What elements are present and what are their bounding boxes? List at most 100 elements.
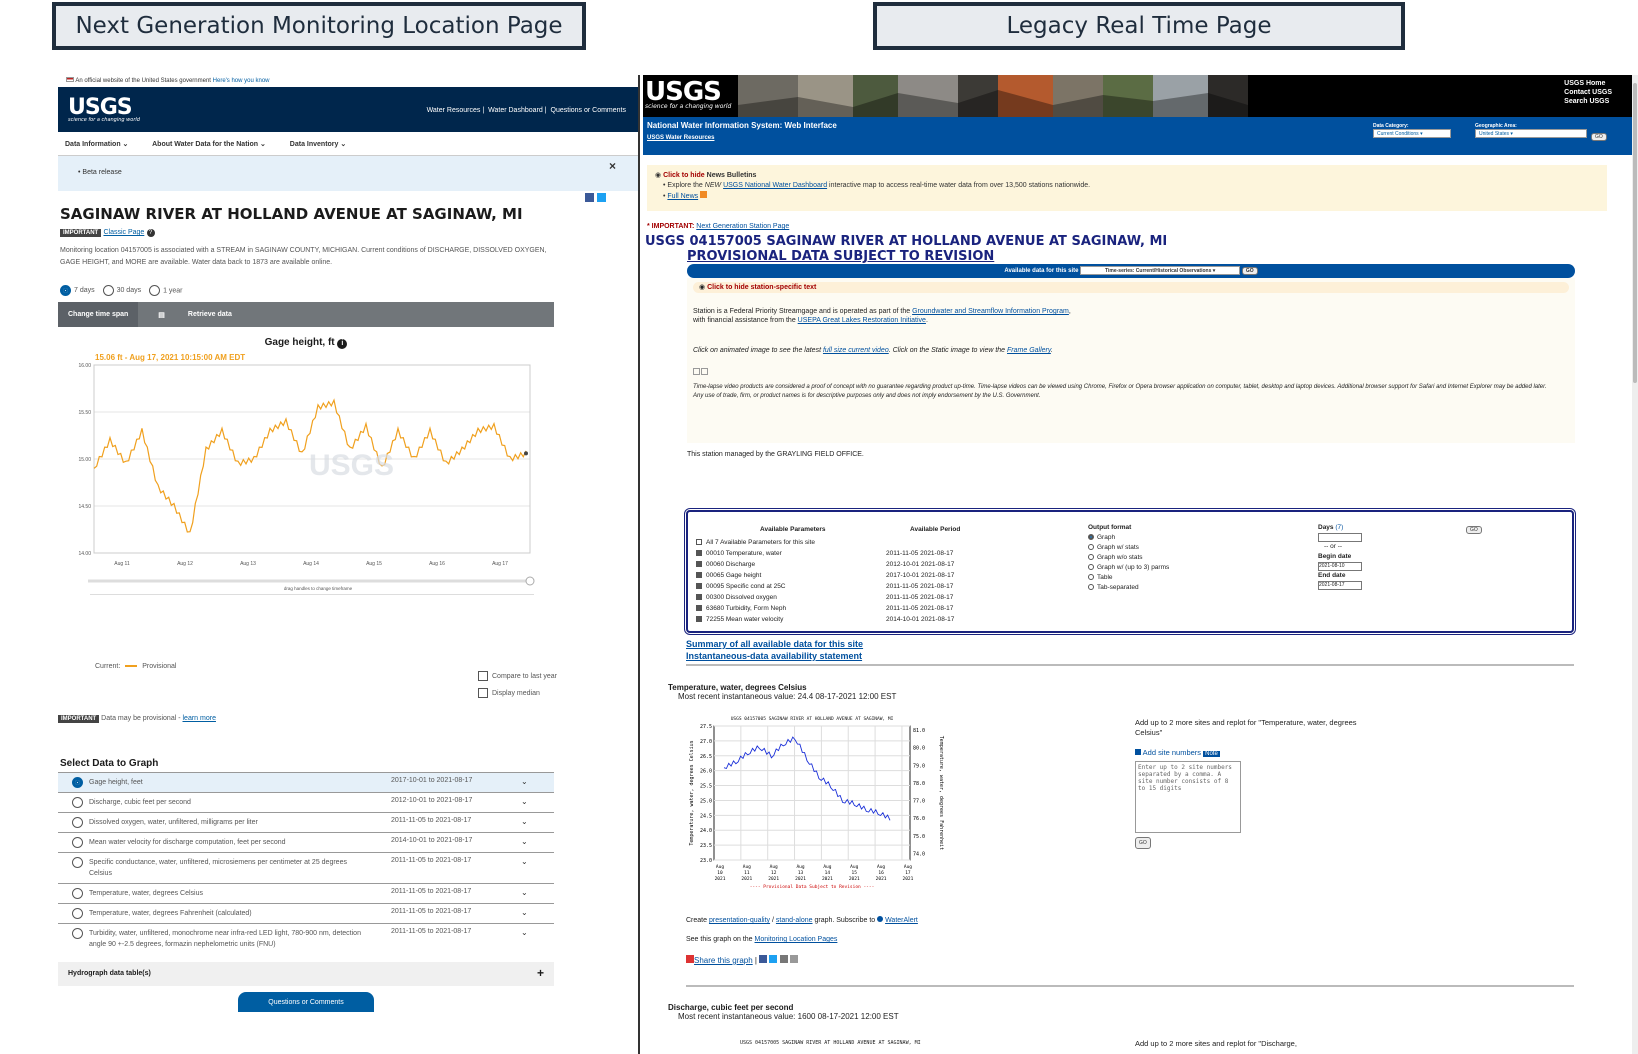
- share-link[interactable]: Share this graph: [694, 956, 753, 965]
- usgs-logo-legacy[interactable]: USGS science for a changing world: [645, 77, 731, 110]
- param-checkbox[interactable]: [696, 550, 702, 557]
- site-numbers-textarea[interactable]: Enter up to 2 site numbers separated by …: [1135, 761, 1241, 833]
- chevron-down-icon[interactable]: ⌄: [521, 928, 528, 937]
- frame-gallery-link[interactable]: Frame Gallery: [1007, 347, 1051, 354]
- param-checkbox[interactable]: [696, 605, 702, 612]
- param-checkbox[interactable]: [696, 594, 702, 601]
- print-icon[interactable]: [789, 955, 798, 963]
- classic-page-link[interactable]: Classic Page: [103, 229, 144, 236]
- param-checkbox[interactable]: [696, 572, 702, 579]
- info-icon[interactable]: i: [337, 339, 348, 349]
- format-option[interactable]: Tab-separated: [1088, 583, 1169, 593]
- format-radio[interactable]: [1088, 534, 1094, 541]
- end-date-input[interactable]: 2021-08-17: [1318, 581, 1362, 590]
- toggle-icon[interactable]: ◉: [655, 172, 661, 179]
- water-dashboard-link[interactable]: Water Dashboard: [488, 107, 543, 114]
- format-option[interactable]: Graph w/ stats: [1088, 543, 1169, 553]
- format-option[interactable]: Graph w/ (up to 3) parms: [1088, 563, 1169, 573]
- parameter-radio[interactable]: [72, 908, 83, 919]
- table-go-button[interactable]: GO: [1466, 526, 1482, 534]
- contact-usgs-link[interactable]: Contact USGS: [1564, 88, 1612, 97]
- temperature-chart[interactable]: USGS 04157005 SAGINAW RIVER AT HOLLAND A…: [684, 714, 984, 914]
- format-option[interactable]: Graph: [1088, 533, 1169, 543]
- format-radio[interactable]: [1088, 584, 1094, 591]
- nav-about-water-data[interactable]: About Water Data for the Nation ⌄: [152, 141, 266, 148]
- social-share-icons[interactable]: [585, 193, 606, 205]
- chevron-down-icon[interactable]: ⌄: [521, 817, 528, 826]
- param-checkbox[interactable]: [696, 616, 702, 623]
- parameter-row[interactable]: Discharge, cubic feet per second 2012-10…: [58, 792, 554, 812]
- gsip-link[interactable]: Groundwater and Streamflow Information P…: [912, 308, 1069, 315]
- all-params-checkbox[interactable]: [696, 539, 702, 546]
- parameter-radio[interactable]: [72, 777, 83, 788]
- format-radio[interactable]: [1088, 564, 1094, 571]
- email-icon[interactable]: [779, 955, 788, 963]
- facebook-icon[interactable]: [585, 193, 595, 202]
- parameter-row[interactable]: Turbidity, water, unfiltered, monochrome…: [58, 923, 554, 954]
- rss-icon[interactable]: [700, 191, 708, 198]
- chevron-down-icon[interactable]: ⌄: [521, 837, 528, 846]
- parameter-row[interactable]: Gage height, feet 2017-10-01 to 2021-08-…: [58, 772, 554, 792]
- standalone-link[interactable]: stand-alone: [776, 917, 813, 924]
- replot-go-button[interactable]: GO: [1135, 837, 1151, 849]
- parameter-radio[interactable]: [72, 817, 83, 828]
- available-go-button[interactable]: GO: [1241, 267, 1258, 275]
- video-link[interactable]: full size current video: [823, 347, 889, 354]
- full-news-link[interactable]: Full News: [667, 193, 698, 200]
- chevron-down-icon[interactable]: ⌄: [521, 777, 528, 786]
- chevron-down-icon[interactable]: ⌄: [521, 797, 528, 806]
- questions-comments-button[interactable]: Questions or Comments: [238, 992, 374, 1012]
- learn-more-link[interactable]: learn more: [183, 715, 216, 722]
- hide-station-link[interactable]: Click to hide station-specific text: [707, 284, 816, 291]
- days-input[interactable]: [1318, 533, 1362, 542]
- chevron-down-icon[interactable]: ⌄: [521, 857, 528, 866]
- nav-data-inventory[interactable]: Data Inventory ⌄: [290, 141, 346, 148]
- format-option[interactable]: Table: [1088, 573, 1169, 583]
- begin-date-input[interactable]: 2021-08-10: [1318, 562, 1362, 571]
- search-usgs-link[interactable]: Search USGS: [1564, 97, 1612, 106]
- scroll-thumb[interactable]: [1633, 83, 1637, 383]
- availability-link[interactable]: Instantaneous-data availability statemen…: [686, 650, 863, 662]
- change-time-span-button[interactable]: Change time span: [58, 302, 139, 327]
- format-radio[interactable]: [1088, 544, 1094, 551]
- parameter-row[interactable]: Dissolved oxygen, water, unfiltered, mil…: [58, 812, 554, 832]
- toggle-icon-2[interactable]: ◉: [699, 284, 705, 291]
- water-resources-link[interactable]: Water Resources: [427, 107, 481, 114]
- geo-select[interactable]: United States ▾: [1475, 129, 1587, 138]
- twitter-icon[interactable]: [597, 193, 606, 202]
- how-you-know-link[interactable]: Here's how you know: [213, 78, 270, 84]
- facebook-icon-legacy[interactable]: [759, 955, 768, 963]
- news-toggle[interactable]: Click to hide: [663, 172, 705, 179]
- retrieve-data-button[interactable]: ▤ Retrieve data: [138, 302, 252, 327]
- twitter-icon-legacy[interactable]: [769, 955, 778, 963]
- usgs-home-link[interactable]: USGS Home: [1564, 79, 1612, 88]
- usgs-logo[interactable]: USGS science for a changing world: [68, 95, 140, 123]
- nav-go-button[interactable]: GO: [1591, 133, 1607, 141]
- brush-handle[interactable]: [525, 576, 535, 586]
- parameter-radio[interactable]: [72, 928, 83, 939]
- dashboard-link[interactable]: USGS National Water Dashboard: [723, 182, 827, 189]
- help-icon[interactable]: ?: [146, 229, 155, 237]
- compare-checkbox[interactable]: [478, 671, 488, 682]
- parameter-row[interactable]: Mean water velocity for discharge comput…: [58, 832, 554, 852]
- format-option[interactable]: Graph w/o stats: [1088, 553, 1169, 563]
- image-icon[interactable]: [693, 368, 700, 375]
- questions-link[interactable]: Questions or Comments: [551, 107, 626, 114]
- image-icon-2[interactable]: [701, 368, 708, 375]
- scrollbar[interactable]: [1632, 75, 1638, 1054]
- chevron-down-icon[interactable]: ⌄: [521, 888, 528, 897]
- hydrograph-table-toggle[interactable]: Hydrograph data table(s) +: [58, 962, 554, 986]
- note-badge[interactable]: Note: [1203, 751, 1220, 757]
- parameter-radio[interactable]: [72, 797, 83, 808]
- parameter-row[interactable]: Specific conductance, water, unfiltered,…: [58, 852, 554, 883]
- format-radio[interactable]: [1088, 574, 1094, 581]
- nav-data-information[interactable]: Data Information ⌄: [65, 141, 128, 148]
- summary-link[interactable]: Summary of all available data for this s…: [686, 638, 863, 650]
- radio-7-days[interactable]: [60, 285, 71, 296]
- chevron-down-icon[interactable]: ⌄: [521, 908, 528, 917]
- presentation-link[interactable]: presentation-quality: [709, 917, 770, 924]
- brush-area[interactable]: [90, 594, 534, 595]
- parameter-row[interactable]: Temperature, water, degrees Fahrenheit (…: [58, 903, 554, 923]
- broken-images[interactable]: [693, 368, 1569, 377]
- param-checkbox[interactable]: [696, 583, 702, 590]
